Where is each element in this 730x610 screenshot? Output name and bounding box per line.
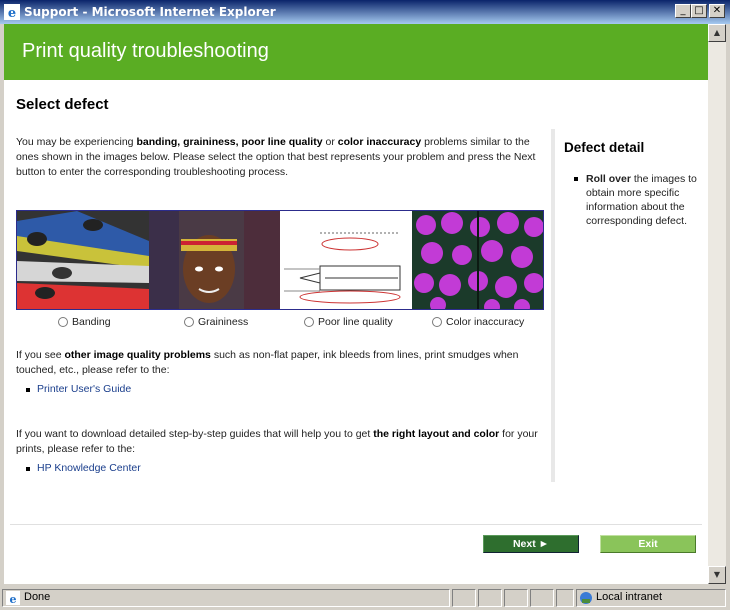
option-poor-line-quality[interactable]: Poor line quality <box>304 316 393 328</box>
status-main-cell <box>2 589 450 607</box>
page-title: Print quality troubleshooting <box>22 40 269 62</box>
color-inaccuracy-image[interactable] <box>411 211 543 309</box>
option-color-inaccuracy[interactable]: Color inaccuracy <box>432 316 524 328</box>
window-title: Support - Microsoft Internet Explorer <box>24 5 276 19</box>
option-label: Banding <box>72 316 111 328</box>
page-header: Print quality troubleshooting <box>4 24 708 80</box>
maximize-icon[interactable]: □ <box>691 4 707 18</box>
option-label: Poor line quality <box>318 316 393 328</box>
svg-text:e: e <box>10 593 17 605</box>
intranet-icon <box>580 592 592 604</box>
status-cell <box>530 589 554 607</box>
bullet-icon <box>574 177 578 181</box>
exit-button[interactable]: Exit <box>600 535 696 553</box>
next-button[interactable]: Next ► <box>483 535 579 553</box>
option-graininess[interactable]: Graininess <box>184 316 248 328</box>
status-cell <box>504 589 528 607</box>
banding-radio[interactable] <box>58 317 68 327</box>
hp-knowledge-center-link[interactable]: HP Knowledge Center <box>26 462 141 474</box>
option-label: Graininess <box>198 316 249 328</box>
status-bar: e Done Local intranet <box>0 586 730 610</box>
defect-images <box>16 210 544 310</box>
color-inaccuracy-radio[interactable] <box>432 317 442 327</box>
defect-detail-title: Defect detail <box>564 140 645 155</box>
section-title: Select defect <box>16 96 109 113</box>
svg-text:e: e <box>8 6 16 20</box>
page-viewport: Print quality troubleshooting Select def… <box>4 24 708 584</box>
vertical-scrollbar[interactable]: ▲ ▼ <box>708 24 726 584</box>
banding-image[interactable] <box>17 211 149 309</box>
download-guides-text: If you want to download detailed step-by… <box>16 428 538 455</box>
intro-text: You may be experiencing banding, grainin… <box>16 136 536 178</box>
scroll-up-icon[interactable]: ▲ <box>708 24 726 42</box>
status-text: Done <box>24 591 51 603</box>
line-quality-image[interactable] <box>280 211 412 309</box>
printer-users-guide-link[interactable]: Printer User's Guide <box>25 383 131 395</box>
close-icon[interactable]: ✕ <box>709 4 725 18</box>
poor-line-quality-radio[interactable] <box>304 317 314 327</box>
option-banding[interactable]: Banding <box>58 316 111 328</box>
scroll-down-icon[interactable]: ▼ <box>708 566 726 584</box>
minimize-icon[interactable]: _ <box>675 4 691 18</box>
zone-text: Local intranet <box>596 591 663 603</box>
title-bar: e Support - Microsoft Internet Explorer … <box>0 0 730 24</box>
status-cell <box>556 589 574 607</box>
done-icon: e <box>6 591 20 605</box>
option-label: Color inaccuracy <box>446 316 525 328</box>
column-divider <box>551 129 555 482</box>
status-cell <box>478 589 502 607</box>
other-problems-text: If you see other image quality problems … <box>16 349 519 376</box>
defect-detail-text: Roll over the images to obtain more spec… <box>586 173 697 227</box>
status-cell <box>452 589 476 607</box>
graininess-radio[interactable] <box>184 317 194 327</box>
graininess-image[interactable] <box>148 211 280 309</box>
ie-icon: e <box>4 4 20 20</box>
footer-divider <box>10 524 702 525</box>
